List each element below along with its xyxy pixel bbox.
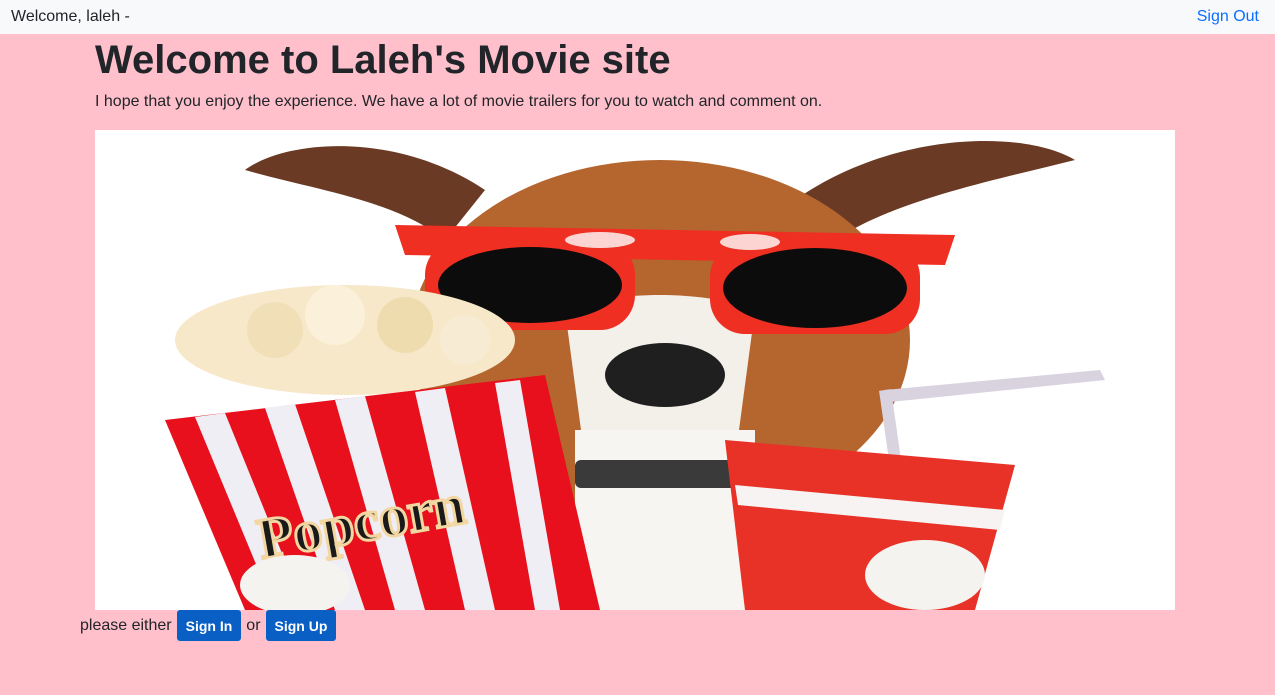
sunglasses-right-lens	[723, 248, 907, 328]
page-title: Welcome to Laleh's Movie site	[95, 38, 671, 82]
auth-connector-text: or	[246, 616, 261, 634]
auth-prompt: please either Sign In or Sign Up	[80, 610, 337, 641]
dog-popcorn-illustration: Popcorn	[165, 140, 1105, 610]
welcome-text: Welcome, laleh -	[11, 8, 130, 25]
right-paw	[865, 540, 985, 610]
auth-prefix-text: please either	[80, 616, 172, 634]
left-ear	[245, 146, 485, 240]
drink-straw	[885, 370, 1105, 402]
page-subtitle: I hope that you enjoy the experience. We…	[95, 93, 823, 110]
hero-image: Popcorn	[95, 130, 1175, 610]
top-navbar: Welcome, laleh - Sign Out	[0, 0, 1275, 34]
sign-up-button[interactable]: Sign Up	[265, 610, 337, 641]
dog-nose	[605, 343, 725, 407]
sign-out-link[interactable]: Sign Out	[1197, 8, 1259, 26]
sign-in-button[interactable]: Sign In	[176, 610, 242, 641]
